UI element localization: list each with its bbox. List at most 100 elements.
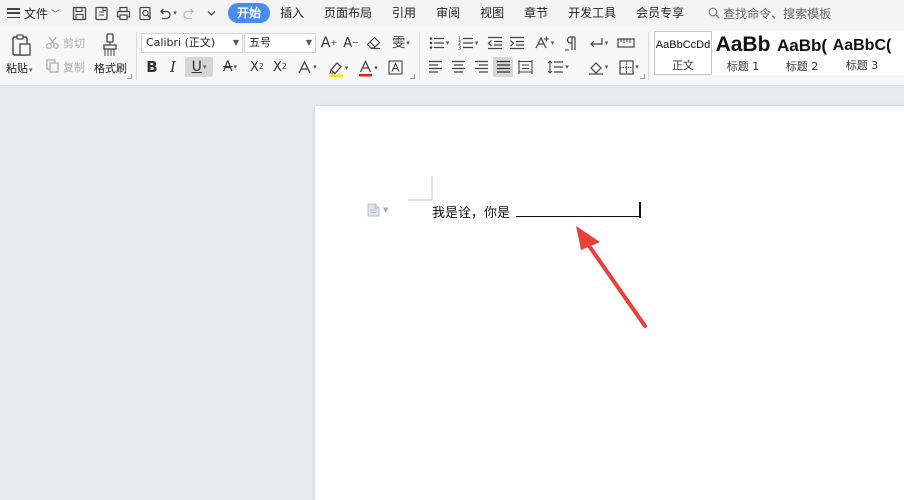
- group-divider: [136, 32, 137, 80]
- style-heading-3[interactable]: AaBbC( 标题 3: [832, 31, 892, 75]
- justify-icon[interactable]: [493, 57, 513, 77]
- document-text[interactable]: 我是诠，你是: [432, 202, 510, 221]
- file-menu[interactable]: 文件 ﹀: [0, 0, 68, 26]
- paste-icon[interactable]: [8, 32, 34, 58]
- chevron-down-icon: ▼: [305, 38, 312, 47]
- line-break-icon: [589, 38, 603, 48]
- hamburger-icon: [7, 8, 20, 18]
- redo-icon[interactable]: [178, 2, 200, 24]
- undo-dropdown-icon[interactable]: ▾: [173, 9, 177, 17]
- paragraph-document-icon: [367, 203, 380, 217]
- phonetic-guide-label: 雯: [392, 35, 406, 51]
- style-sample: AaBb(: [776, 36, 828, 55]
- align-center-icon[interactable]: [449, 58, 467, 76]
- tab-page-layout[interactable]: 页面布局: [314, 3, 382, 23]
- highlighter-icon: [328, 61, 343, 77]
- distributed-align-icon[interactable]: [516, 58, 534, 76]
- tab-developer[interactable]: 开发工具: [558, 3, 626, 23]
- bullet-list-icon: [429, 37, 444, 49]
- undo-icon[interactable]: ▾: [156, 2, 178, 24]
- tab-home[interactable]: 开始: [228, 3, 271, 23]
- bold-icon[interactable]: B: [143, 58, 161, 76]
- style-normal[interactable]: AaBbCcDd 正文: [654, 31, 712, 75]
- style-name: 正文: [672, 59, 694, 72]
- paint-bucket-icon: [588, 61, 603, 75]
- tab-review[interactable]: 审阅: [426, 3, 470, 23]
- paste-button[interactable]: 粘贴▾: [6, 60, 33, 76]
- search-placeholder: 查找命令、搜索模板: [723, 6, 832, 21]
- chevron-down-icon: ▼: [383, 206, 389, 214]
- underline-button[interactable]: U ▾: [185, 57, 213, 77]
- format-painter-button[interactable]: 格式刷: [94, 60, 127, 76]
- style-name: 标题 2: [785, 60, 819, 73]
- ruler-icon[interactable]: [616, 34, 636, 52]
- font-color-button[interactable]: ▾: [355, 58, 381, 78]
- strikethrough-button[interactable]: A ▾: [217, 58, 243, 76]
- shading-button[interactable]: ▾: [584, 58, 612, 76]
- print-preview-icon[interactable]: [134, 2, 156, 24]
- tab-member[interactable]: 会员专享: [626, 3, 694, 23]
- paragraph-menu[interactable]: ▼: [367, 203, 388, 217]
- styles-gallery: AaBbCcDd 正文 AaBb 标题 1 AaBb( 标题 2 AaBbC( …: [652, 31, 904, 75]
- highlight-color-button[interactable]: ▾: [324, 58, 352, 78]
- search-icon: [708, 7, 720, 19]
- phonetic-guide-button[interactable]: 雯 ▾: [388, 34, 414, 52]
- numbered-list-button[interactable]: 1 2 3 ▾: [455, 34, 481, 52]
- chevron-down-icon: ▼: [232, 38, 239, 47]
- cut-button[interactable]: 剪切: [63, 35, 85, 51]
- copy-button[interactable]: 复制: [63, 59, 85, 75]
- customize-toolbar-icon[interactable]: [200, 2, 222, 24]
- margin-corner-marker: [408, 176, 433, 201]
- line-break-button[interactable]: ▾: [585, 34, 611, 52]
- align-left-icon[interactable]: [426, 58, 444, 76]
- tab-references[interactable]: 引用: [382, 3, 426, 23]
- clear-formatting-icon[interactable]: [365, 34, 383, 52]
- align-right-icon[interactable]: [472, 58, 490, 76]
- style-name: 标题 1: [726, 60, 760, 73]
- grow-font-icon[interactable]: A +: [320, 34, 338, 52]
- cut-icon: [44, 34, 60, 50]
- text-effects-icon: [298, 60, 311, 73]
- bullet-list-button[interactable]: ▾: [426, 34, 452, 52]
- menu-bar: 文件 ﹀ ▾ 开始 插入 页面布局 引用 审阅 视图 章节 开发工具 会员专享 …: [0, 0, 904, 26]
- style-name: 标题 3: [845, 59, 879, 72]
- character-border-icon[interactable]: [386, 58, 404, 76]
- font-size-select[interactable]: 五号 ▼: [244, 33, 316, 53]
- style-heading-1[interactable]: AaBb 标题 1: [714, 31, 772, 75]
- underline-blank: [516, 216, 640, 217]
- font-name-value: Calibri (正文): [146, 36, 216, 49]
- borders-button[interactable]: ▾: [616, 58, 642, 76]
- line-spacing-button[interactable]: ▾: [543, 58, 573, 76]
- text-cursor: [639, 202, 641, 218]
- style-heading-2[interactable]: AaBb( 标题 2: [773, 31, 831, 75]
- font-name-select[interactable]: Calibri (正文) ▼: [141, 33, 243, 53]
- command-search[interactable]: 查找命令、搜索模板: [708, 5, 831, 22]
- ribbon-tabs: 开始 插入 页面布局 引用 审阅 视图 章节 开发工具 会员专享: [228, 0, 694, 26]
- clipboard-group-launcher[interactable]: [127, 74, 132, 79]
- ribbon: 粘贴▾ 剪切 复制 格式刷 Calibri (正文) ▼ 五号 ▼ A + A − 雯 ▾…: [0, 26, 904, 86]
- format-painter-icon[interactable]: [100, 32, 120, 58]
- subscript-icon[interactable]: X2: [270, 58, 290, 76]
- increase-indent-icon[interactable]: [508, 34, 526, 52]
- shrink-font-icon[interactable]: A −: [342, 34, 360, 52]
- decrease-indent-icon[interactable]: [486, 34, 504, 52]
- file-menu-label: 文件: [24, 6, 49, 21]
- show-hide-marks-icon[interactable]: [562, 34, 580, 52]
- print-icon[interactable]: [112, 2, 134, 24]
- superscript-icon[interactable]: X2: [247, 58, 267, 76]
- text-effects-button[interactable]: ▾: [294, 58, 320, 76]
- chinese-layout-button[interactable]: ▾: [531, 34, 557, 52]
- tab-view[interactable]: 视图: [470, 3, 514, 23]
- chevron-down-icon: ﹀: [51, 9, 61, 20]
- italic-icon[interactable]: I: [164, 58, 182, 76]
- save-icon[interactable]: [68, 2, 90, 24]
- chinese-layout-icon: [535, 36, 549, 49]
- export-pdf-icon[interactable]: [90, 2, 112, 24]
- style-sample: AaBb: [715, 33, 771, 56]
- paragraph-group-launcher[interactable]: [640, 74, 645, 79]
- tab-section[interactable]: 章节: [514, 3, 558, 23]
- font-group-launcher[interactable]: [410, 74, 415, 79]
- tab-insert[interactable]: 插入: [270, 3, 314, 23]
- font-color-icon: [359, 59, 373, 76]
- numbered-list-icon: 123: [458, 37, 473, 50]
